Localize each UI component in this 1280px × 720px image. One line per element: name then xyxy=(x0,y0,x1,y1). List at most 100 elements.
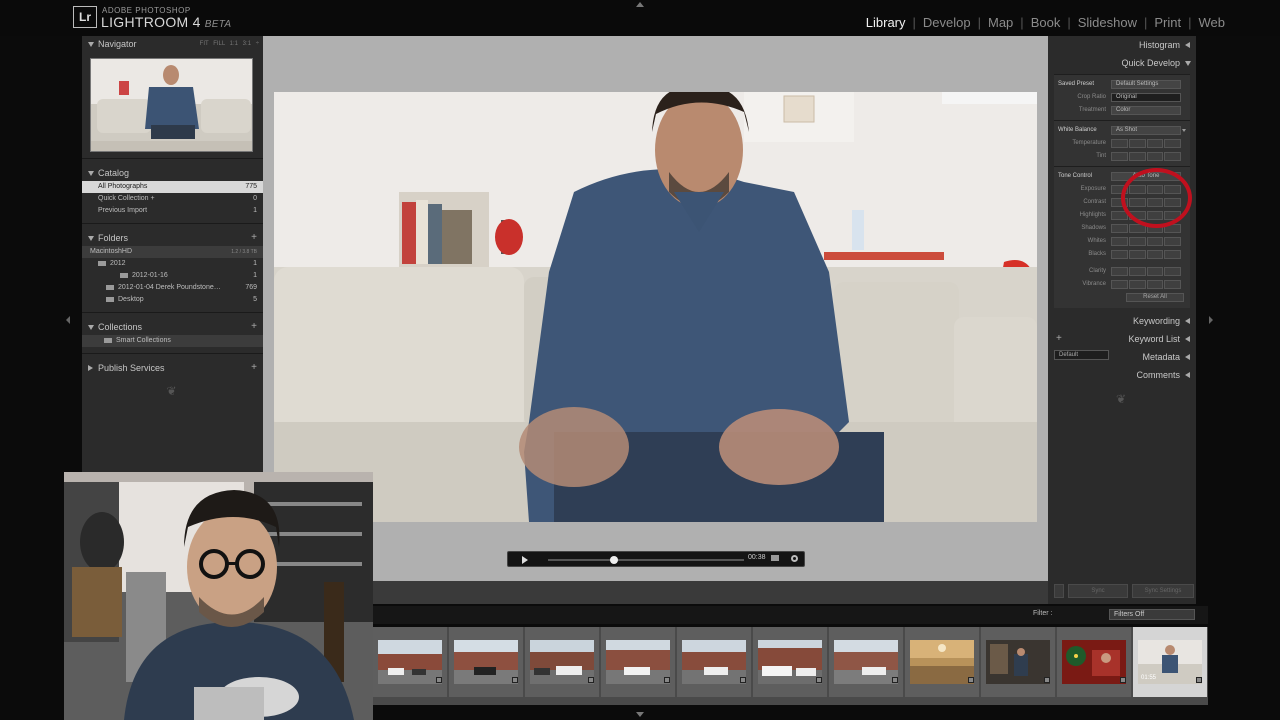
folder-item-derek-poundstone[interactable]: 2012-01-04 Derek Poundstone… 769 xyxy=(82,282,263,294)
blacks-decrease-button[interactable] xyxy=(1128,250,1146,259)
filmstrip-thumbnail[interactable] xyxy=(449,627,523,697)
module-print[interactable]: Print xyxy=(1147,15,1188,30)
tint-buttons[interactable] xyxy=(1111,152,1181,161)
metadata-preset-select[interactable]: Default xyxy=(1054,350,1109,360)
keyword-list-header[interactable]: + Keyword List xyxy=(1048,330,1196,348)
navigator-preview[interactable] xyxy=(90,58,253,152)
navigator-zoom-options[interactable]: FIT FILL 1:1 3:1 ÷ xyxy=(200,36,259,52)
clarity-decrease-large-button[interactable] xyxy=(1111,267,1128,276)
vibrance-decrease-button[interactable] xyxy=(1128,280,1146,289)
whites-increase-button[interactable] xyxy=(1146,237,1164,246)
video-scrubber-handle[interactable] xyxy=(610,556,618,564)
temperature-increase-button[interactable] xyxy=(1146,139,1164,148)
play-icon[interactable] xyxy=(522,556,528,564)
comments-header[interactable]: Comments xyxy=(1048,366,1196,384)
video-preview[interactable] xyxy=(274,92,1037,522)
folder-label: 2012-01-16 xyxy=(132,272,168,279)
shadows-decrease-large-button[interactable] xyxy=(1111,224,1128,233)
add-publish-service-icon[interactable]: + xyxy=(251,360,257,376)
folders-header[interactable]: Folders + xyxy=(82,230,263,246)
add-keyword-icon[interactable]: + xyxy=(1056,330,1062,348)
catalog-header[interactable]: Catalog xyxy=(82,165,263,181)
add-collection-icon[interactable]: + xyxy=(251,319,257,335)
whites-decrease-button[interactable] xyxy=(1128,237,1146,246)
folder-item-2012-01-16[interactable]: 2012-01-16 1 xyxy=(82,270,263,282)
filter-select[interactable]: Filters Off xyxy=(1109,609,1195,620)
tint-increase-button[interactable] xyxy=(1146,152,1164,161)
catalog-item-previous-import[interactable]: Previous Import 1 xyxy=(82,205,263,217)
volume-macintoshhd[interactable]: MacintoshHD 1.2 / 3.8 TB xyxy=(82,246,263,258)
reset-all-button[interactable]: Reset All xyxy=(1126,293,1184,302)
module-develop[interactable]: Develop xyxy=(916,15,978,30)
vibrance-buttons[interactable] xyxy=(1111,280,1181,289)
filmstrip-thumbnail[interactable] xyxy=(905,627,979,697)
module-book[interactable]: Book xyxy=(1024,15,1068,30)
filmstrip-thumbnail[interactable] xyxy=(677,627,751,697)
filmstrip-thumbnail[interactable] xyxy=(601,627,675,697)
video-scrubber-track[interactable] xyxy=(548,559,744,561)
clarity-buttons[interactable] xyxy=(1111,267,1181,276)
temperature-decrease-large-button[interactable] xyxy=(1111,139,1128,148)
filmstrip-thumbnail[interactable] xyxy=(373,627,447,697)
collapse-left-arrow-icon[interactable] xyxy=(66,316,70,324)
saved-preset-select[interactable]: Default Settings xyxy=(1111,80,1181,89)
filmstrip-thumbnail[interactable] xyxy=(1057,627,1131,697)
blacks-buttons[interactable] xyxy=(1111,250,1181,259)
whites-increase-large-button[interactable] xyxy=(1164,237,1181,246)
temperature-buttons[interactable] xyxy=(1111,139,1181,148)
filmstrip-thumbnail[interactable] xyxy=(753,627,827,697)
clarity-increase-large-button[interactable] xyxy=(1164,267,1181,276)
publish-services-header[interactable]: Publish Services + xyxy=(82,360,263,376)
vibrance-increase-large-button[interactable] xyxy=(1164,280,1181,289)
tint-decrease-button[interactable] xyxy=(1128,152,1146,161)
volume-info: 1.2 / 3.8 TB xyxy=(231,249,257,255)
collapse-arrow-icon[interactable] xyxy=(1182,129,1186,132)
filmstrip-thumbnail[interactable] xyxy=(829,627,903,697)
vibrance-increase-button[interactable] xyxy=(1146,280,1164,289)
crop-ratio-select[interactable]: Original xyxy=(1111,93,1181,102)
collapse-bottom-arrow-icon[interactable] xyxy=(636,712,644,717)
temperature-decrease-button[interactable] xyxy=(1128,139,1146,148)
filmstrip-thumbnail[interactable] xyxy=(525,627,599,697)
whites-decrease-large-button[interactable] xyxy=(1111,237,1128,246)
quick-develop-header[interactable]: Quick Develop xyxy=(1048,54,1196,72)
module-slideshow[interactable]: Slideshow xyxy=(1071,15,1144,30)
sync-settings-button[interactable]: Sync Settings xyxy=(1132,584,1194,598)
clarity-increase-button[interactable] xyxy=(1146,267,1164,276)
sync-toggle[interactable] xyxy=(1054,584,1064,598)
folder-item-2012[interactable]: 2012 1 xyxy=(82,258,263,270)
module-map[interactable]: Map xyxy=(981,15,1020,30)
blacks-increase-large-button[interactable] xyxy=(1164,250,1181,259)
white-balance-select[interactable]: As Shot xyxy=(1111,126,1181,135)
whites-buttons[interactable] xyxy=(1111,237,1181,246)
collection-item-smart-collections[interactable]: Smart Collections xyxy=(82,335,263,347)
navigator-header[interactable]: Navigator FIT FILL 1:1 3:1 ÷ xyxy=(82,36,263,52)
filmstrip-thumbnail[interactable] xyxy=(981,627,1055,697)
vibrance-decrease-large-button[interactable] xyxy=(1111,280,1128,289)
collapse-right-arrow-icon[interactable] xyxy=(1209,316,1213,324)
catalog-item-all-photographs[interactable]: All Photographs 775 xyxy=(82,181,263,193)
catalog-item-quick-collection[interactable]: Quick Collection + 0 xyxy=(82,193,263,205)
metadata-header[interactable]: Default Metadata xyxy=(1048,348,1196,366)
filmstrip-thumbnail-selected[interactable]: 01:55 xyxy=(1133,627,1207,697)
sync-button[interactable]: Sync xyxy=(1068,584,1128,598)
tint-decrease-large-button[interactable] xyxy=(1111,152,1128,161)
gear-icon[interactable] xyxy=(791,555,798,562)
histogram-header[interactable]: Histogram xyxy=(1048,36,1196,54)
collapse-top-arrow-icon[interactable] xyxy=(636,2,644,7)
keywording-header[interactable]: Keywording xyxy=(1048,312,1196,330)
collections-header[interactable]: Collections + xyxy=(82,319,263,335)
panel-divider xyxy=(82,353,263,354)
blacks-decrease-large-button[interactable] xyxy=(1111,250,1128,259)
lightroom-window: Lr ADOBE PHOTOSHOP LIGHTROOM 4 BETA Libra… xyxy=(0,0,1280,720)
module-library[interactable]: Library xyxy=(859,15,913,30)
add-folder-icon[interactable]: + xyxy=(251,230,257,246)
folder-item-desktop[interactable]: Desktop 5 xyxy=(82,294,263,306)
blacks-increase-button[interactable] xyxy=(1146,250,1164,259)
capture-frame-icon[interactable] xyxy=(771,555,779,561)
clarity-decrease-button[interactable] xyxy=(1128,267,1146,276)
module-web[interactable]: Web xyxy=(1192,15,1233,30)
tint-increase-large-button[interactable] xyxy=(1164,152,1181,161)
treatment-select[interactable]: Color xyxy=(1111,106,1181,115)
temperature-increase-large-button[interactable] xyxy=(1164,139,1181,148)
